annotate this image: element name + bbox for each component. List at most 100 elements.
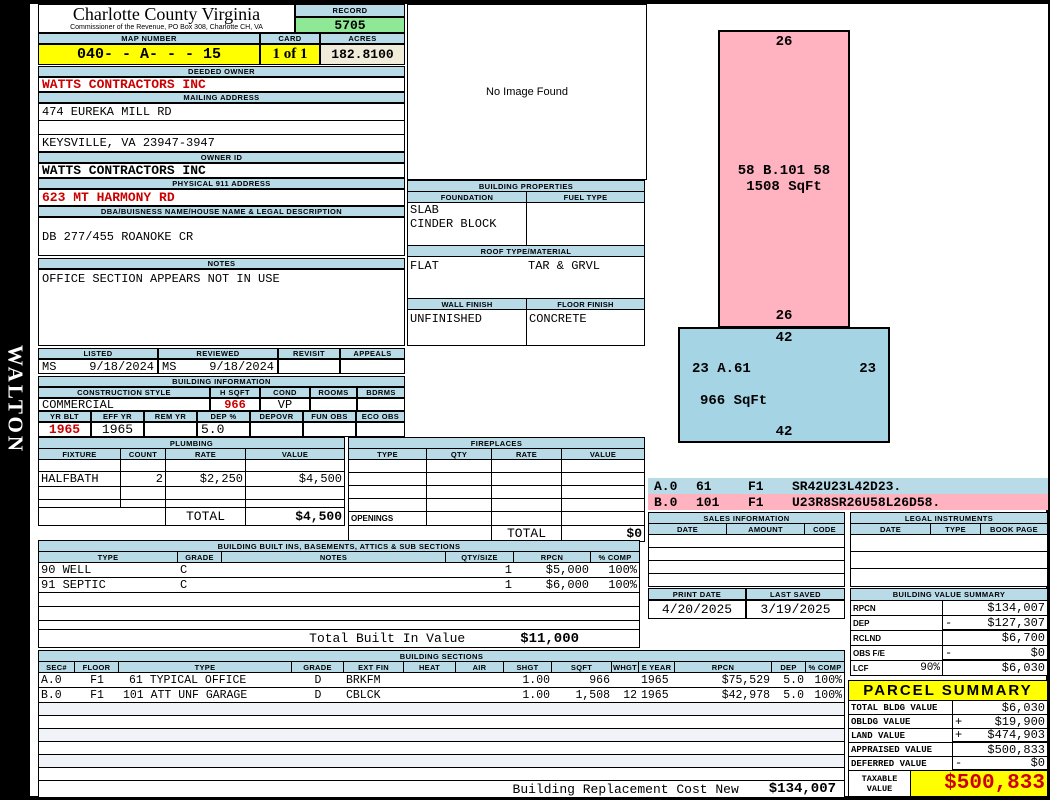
legal-header-bookpage: BOOK PAGE bbox=[981, 524, 1048, 535]
walton-watermark: WALTON bbox=[0, 0, 30, 800]
mailing-line1: 474 EUREKA MILL RD bbox=[39, 104, 404, 121]
value-summary-row: DEP - $127,307 bbox=[851, 616, 1048, 631]
building-sections-table: BUILDING SECTIONS SEC# FLOOR TYPE GRADE … bbox=[38, 650, 845, 798]
empty-row bbox=[349, 460, 645, 473]
vs-amount: - $0 bbox=[943, 646, 1048, 661]
empty-cell bbox=[39, 460, 121, 472]
foundation-label: FOUNDATION bbox=[408, 192, 527, 203]
parcel-amount: + $474,903 bbox=[953, 729, 1048, 743]
parcel-value: $500,833 bbox=[987, 743, 1045, 757]
dba-label: DBA/BUISNESS NAME/HOUSE NAME & LEGAL DES… bbox=[38, 206, 405, 217]
section-whgt: 12 bbox=[612, 688, 639, 703]
parcel-amount: - $0 bbox=[953, 757, 1048, 771]
plumbing-header-rate: RATE bbox=[166, 449, 246, 460]
fuel-type-label: FUEL TYPE bbox=[527, 192, 645, 203]
sections-header-eyear: E YEAR bbox=[639, 662, 675, 673]
empty-cell bbox=[246, 500, 345, 508]
empty-cell bbox=[349, 499, 427, 512]
sections-header-extfin: EXT FIN bbox=[344, 662, 404, 673]
builtins-type: 90 WELL bbox=[39, 563, 178, 578]
builtins-header-notes: NOTES bbox=[222, 552, 446, 563]
revisit-label: REVISIT bbox=[278, 348, 340, 359]
section-eyear: 1965 bbox=[639, 688, 675, 703]
builtins-rpcn: $5,000 bbox=[514, 563, 591, 578]
parcel-summary-title: PARCEL SUMMARY bbox=[849, 681, 1048, 701]
builtins-row: 90 WELL C 1 $5,000 100% bbox=[39, 563, 640, 578]
parcel-op: - bbox=[955, 757, 963, 770]
legend-sec: B.0 bbox=[654, 494, 678, 510]
parcel-summary: PARCEL SUMMARY TOTAL BLDG VALUE $6,030 O… bbox=[848, 680, 1048, 797]
section-extfin: BRKFM bbox=[344, 673, 404, 688]
empty-cell bbox=[349, 473, 427, 486]
cond-label: COND bbox=[260, 387, 310, 398]
sales-title: SALES INFORMATION bbox=[649, 513, 845, 524]
floor-finish-value: CONCRETE bbox=[527, 310, 645, 346]
a61-label: 23 A.61 bbox=[692, 361, 751, 378]
cond-value: VP bbox=[260, 398, 310, 412]
physical-address-value: 623 MT HARMONY RD bbox=[38, 189, 405, 206]
plumbing-fixture: HALFBATH bbox=[39, 472, 121, 487]
fireplaces-header-value: VALUE bbox=[562, 449, 645, 460]
vs-value: $134,007 bbox=[987, 601, 1045, 615]
builtins-header-grade: GRADE bbox=[178, 552, 222, 563]
listed-date: 9/18/2024 bbox=[89, 359, 154, 374]
funobs-label: FUN OBS bbox=[303, 411, 356, 422]
empty-row bbox=[39, 607, 640, 621]
rcn-value: $134,007 bbox=[768, 781, 836, 797]
reviewed-label: REVIEWED bbox=[158, 348, 278, 359]
section-shgt: 1.00 bbox=[504, 673, 552, 688]
legal-header-type: TYPE bbox=[931, 524, 981, 535]
empty-cell bbox=[492, 499, 562, 512]
effyr-value: 1965 bbox=[91, 422, 144, 437]
builtins-header-type: TYPE bbox=[39, 552, 178, 563]
section-type: 61 TYPICAL OFFICE bbox=[119, 673, 292, 688]
county-subtitle: Commissioner of the Revenue, PO Box 308,… bbox=[70, 24, 263, 31]
legend-code: 101 bbox=[696, 494, 720, 510]
value-summary-row: RPCN $134,007 bbox=[851, 601, 1048, 616]
plumbing-total-value: $4,500 bbox=[246, 508, 345, 526]
plumbing-table: PLUMBING FIXTURE COUNT RATE VALUE HALFBA… bbox=[38, 437, 345, 526]
empty-cell bbox=[39, 755, 845, 768]
fireplaces-openings-label: OPENINGS bbox=[349, 512, 427, 526]
construction-style-label: CONSTRUCTION STYLE bbox=[38, 387, 210, 398]
vs-label-lcf: LCF 90% bbox=[851, 661, 943, 676]
foundation-value: SLAB CINDER BLOCK bbox=[408, 203, 527, 246]
builtins-total-row: Total Built In Value $11,000 bbox=[39, 630, 640, 648]
b101-center-label: 58 B.101 58 bbox=[737, 163, 831, 179]
record-value: 5705 bbox=[295, 17, 405, 33]
plumbing-value: $4,500 bbox=[246, 472, 345, 487]
map-number-value: 040- - A- - - 15 bbox=[38, 44, 260, 65]
plumbing-title: PLUMBING bbox=[39, 438, 345, 449]
notes-label: NOTES bbox=[38, 258, 405, 269]
card-label: CARD bbox=[260, 33, 320, 44]
section-comp: 100% bbox=[806, 673, 845, 688]
sections-header-floor: FLOOR bbox=[75, 662, 119, 673]
empty-cell bbox=[39, 716, 845, 729]
section-type: 101 ATT UNF GARAGE bbox=[119, 688, 292, 703]
print-date-label: PRINT DATE bbox=[648, 588, 746, 600]
vs-op: - bbox=[945, 616, 953, 630]
section-heat bbox=[404, 673, 456, 688]
taxable-value: $500,833 bbox=[911, 771, 1048, 797]
builtins-total-value: $11,000 bbox=[520, 630, 579, 647]
empty-cell bbox=[562, 460, 645, 473]
empty-cell bbox=[39, 729, 845, 742]
empty-cell bbox=[427, 473, 492, 486]
ecoobs-label: ECO OBS bbox=[356, 411, 405, 422]
legend-floor: F1 bbox=[748, 494, 764, 510]
empty-row bbox=[39, 487, 345, 500]
yrblt-label: YR BLT bbox=[38, 411, 91, 422]
fireplaces-header-qty: QTY bbox=[427, 449, 492, 460]
card-value: 1 of 1 bbox=[260, 44, 320, 65]
wall-finish-value: UNFINISHED bbox=[408, 310, 527, 346]
legend-trace: SR42U23L42D23. bbox=[792, 478, 902, 494]
empty-row bbox=[349, 499, 645, 512]
acres-label: ACRES bbox=[320, 33, 405, 44]
legend-code: 61 bbox=[696, 478, 712, 494]
a61-top-dim: 42 bbox=[775, 330, 793, 346]
parcel-label: APPRAISED VALUE bbox=[849, 743, 953, 757]
plumbing-header-fixture: FIXTURE bbox=[39, 449, 121, 460]
empty-row bbox=[39, 593, 640, 607]
photo-placeholder: No Image Found bbox=[486, 86, 568, 98]
rooms-value bbox=[310, 398, 357, 411]
